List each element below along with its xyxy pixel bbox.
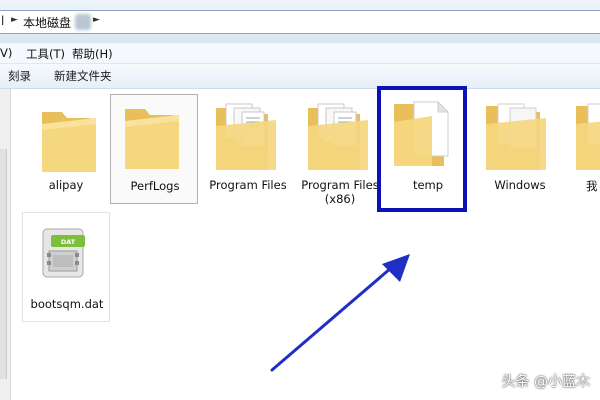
folder-with-files-icon	[486, 103, 546, 170]
scrollbar-thumb[interactable]	[0, 149, 7, 379]
folder-icon	[42, 112, 96, 172]
breadcrumb-separator-icon[interactable]: ►	[11, 15, 18, 25]
item-label: bootsqm.dat	[30, 297, 104, 311]
folder-item-program-files[interactable]: Program Files	[204, 94, 292, 204]
breadcrumb-local-disk[interactable]: 本地磁盘	[23, 14, 71, 31]
folder-with-files-icon	[308, 103, 368, 170]
blurred-drive-letter	[75, 14, 91, 30]
folder-with-files-icon	[216, 103, 276, 170]
annotation-arrow-icon	[270, 254, 410, 372]
explorer-window: l ► 本地磁盘 ► V) 工具(T) 帮助(H) 刻录 新建文件夹 alipa…	[0, 0, 600, 400]
menu-help[interactable]: 帮助(H)	[72, 46, 113, 62]
item-label: PerfLogs	[130, 179, 180, 193]
item-label: 我	[586, 179, 598, 193]
folder-item-windows[interactable]: Windows	[476, 94, 564, 204]
command-toolbar: 刻录 新建文件夹	[0, 64, 600, 89]
folder-item-program-files-x86[interactable]: Program Files (x86)	[296, 94, 384, 206]
folder-item-perflogs[interactable]: PerfLogs	[110, 94, 198, 204]
address-left-glyph: l	[1, 14, 5, 28]
address-box[interactable]: l ► 本地磁盘 ►	[0, 10, 600, 34]
temp-highlight-box	[377, 86, 467, 212]
folder-item-alipay[interactable]: alipay	[22, 94, 110, 204]
item-label: Program Files (x86)	[301, 178, 379, 206]
breadcrumb-separator-icon[interactable]: ►	[93, 15, 100, 25]
item-label: alipay	[48, 178, 84, 192]
new-folder-button[interactable]: 新建文件夹	[54, 68, 112, 84]
menu-tools[interactable]: 工具(T)	[26, 46, 65, 62]
file-item-bootsqm-dat[interactable]: DAT bootsqm.dat	[22, 212, 110, 322]
folder-icon	[125, 109, 179, 169]
folder-item-partial[interactable]: 我	[566, 94, 600, 204]
item-label: Windows	[494, 178, 546, 192]
menu-view[interactable]: V)	[0, 46, 12, 60]
watermark-text: 头条 @小蓝木	[501, 374, 590, 390]
dat-file-icon: DAT	[42, 228, 85, 278]
burn-button[interactable]: 刻录	[8, 68, 31, 84]
menu-bar: V) 工具(T) 帮助(H)	[0, 43, 600, 64]
navigation-pane-scrollbar[interactable]	[0, 89, 11, 400]
dat-badge-text: DAT	[61, 238, 76, 246]
address-bar: l ► 本地磁盘 ►	[0, 0, 600, 44]
folder-icon	[576, 103, 600, 170]
item-label: Program Files	[209, 178, 287, 192]
